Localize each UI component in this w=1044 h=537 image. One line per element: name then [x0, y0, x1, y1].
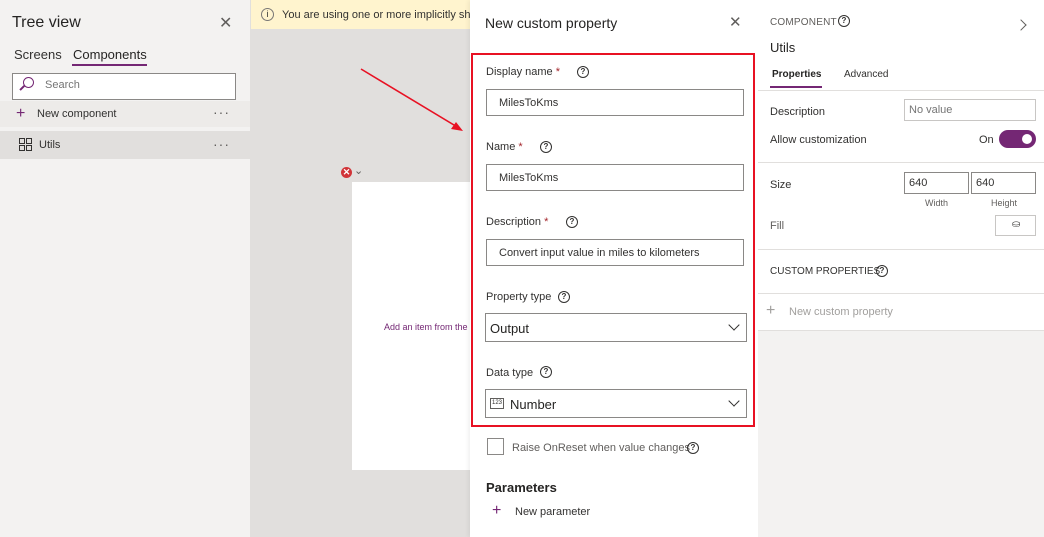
description-label: Description [770, 106, 826, 118]
property-type-dropdown[interactable]: Output [485, 313, 747, 342]
chevron-down-icon[interactable]: ⌄ [354, 164, 363, 177]
display-name-label: Display name * [486, 66, 560, 78]
help-icon[interactable]: ? [566, 216, 578, 228]
width-label: Width [925, 198, 949, 208]
width-input[interactable] [904, 172, 969, 194]
search-input[interactable] [45, 79, 225, 91]
panel-empty-area [758, 331, 1044, 537]
custom-properties-heading: CUSTOM PROPERTIES [770, 266, 881, 277]
data-type-label: Data type [486, 367, 534, 379]
name-label: Name * [486, 141, 523, 153]
toggle-state-label: On [979, 134, 994, 146]
divider [758, 90, 1044, 91]
tab-properties[interactable]: Properties [772, 69, 821, 80]
description-label: Description * [486, 216, 549, 228]
close-icon[interactable]: ✕ [729, 13, 742, 31]
divider [758, 162, 1044, 163]
error-icon[interactable]: ✕ [341, 167, 352, 178]
help-icon[interactable]: ? [838, 15, 850, 27]
new-custom-property-button[interactable]: New custom property [789, 306, 893, 318]
info-icon: i [261, 8, 274, 21]
plus-icon[interactable]: + [492, 502, 501, 520]
allow-customization-label: Allow customization [770, 134, 867, 146]
tab-components[interactable]: Components [73, 47, 147, 62]
description-input[interactable] [904, 99, 1036, 121]
tree-item-label: Utils [39, 139, 61, 151]
dialog-title: New custom property [485, 15, 618, 31]
new-component-label: New component [37, 108, 117, 120]
component-name: Utils [770, 40, 796, 55]
component-kind-label: COMPONENT [770, 17, 837, 28]
plus-icon: + [16, 105, 26, 122]
raise-onreset-label: Raise OnReset when value changes [512, 442, 690, 454]
height-label: Height [991, 198, 1018, 208]
paint-bucket-icon: ⛀ [1012, 219, 1021, 230]
chevron-down-icon [728, 319, 740, 331]
more-options-icon[interactable]: ··· [213, 136, 230, 152]
data-type-dropdown[interactable]: 123 Number [485, 389, 747, 418]
height-input[interactable] [971, 172, 1036, 194]
chevron-down-icon [728, 395, 740, 407]
warning-banner: i You are using one or more implicitly s… [251, 0, 470, 29]
annotation-arrow [360, 68, 463, 131]
active-tab-indicator [770, 86, 822, 88]
new-component-button[interactable]: + New component ··· [0, 101, 250, 127]
help-icon[interactable]: ? [577, 66, 589, 78]
help-icon[interactable]: ? [876, 265, 888, 277]
divider [758, 293, 1044, 294]
data-type-value: Number [510, 397, 557, 412]
add-item-hint: Add an item from the Insert pane [384, 322, 470, 332]
help-icon[interactable]: ? [540, 366, 552, 378]
toggle-knob [1022, 134, 1032, 144]
property-type-label: Property type [486, 291, 552, 303]
fill-label: Fill [770, 220, 785, 232]
search-icon [23, 77, 34, 88]
help-icon[interactable]: ? [558, 291, 570, 303]
more-options-icon[interactable]: ··· [213, 104, 230, 120]
display-name-input[interactable] [486, 89, 744, 116]
parameters-heading: Parameters [486, 480, 557, 495]
tree-view-title: Tree view [12, 14, 81, 31]
active-tab-indicator [72, 64, 147, 66]
component-icon [19, 138, 32, 151]
description-input[interactable] [486, 239, 744, 266]
plus-icon[interactable]: + [766, 302, 775, 320]
help-icon[interactable]: ? [540, 141, 552, 153]
property-type-value: Output [490, 321, 530, 336]
search-box[interactable] [12, 73, 236, 100]
new-parameter-button[interactable]: New parameter [515, 506, 590, 518]
divider [758, 249, 1044, 250]
tab-screens[interactable]: Screens [14, 47, 62, 62]
allow-customization-toggle[interactable] [999, 130, 1036, 148]
banner-text: You are using one or more implicitly sha… [282, 9, 470, 21]
tab-advanced[interactable]: Advanced [844, 69, 888, 80]
close-icon[interactable]: ✕ [219, 13, 232, 33]
tree-item-utils[interactable]: Utils ··· [0, 131, 250, 159]
raise-onreset-checkbox[interactable] [487, 438, 504, 455]
size-label: Size [770, 179, 792, 191]
name-input[interactable] [486, 164, 744, 191]
fill-color-button[interactable]: ⛀ [995, 215, 1036, 236]
number-type-icon: 123 [490, 398, 504, 409]
help-icon[interactable]: ? [687, 442, 699, 454]
